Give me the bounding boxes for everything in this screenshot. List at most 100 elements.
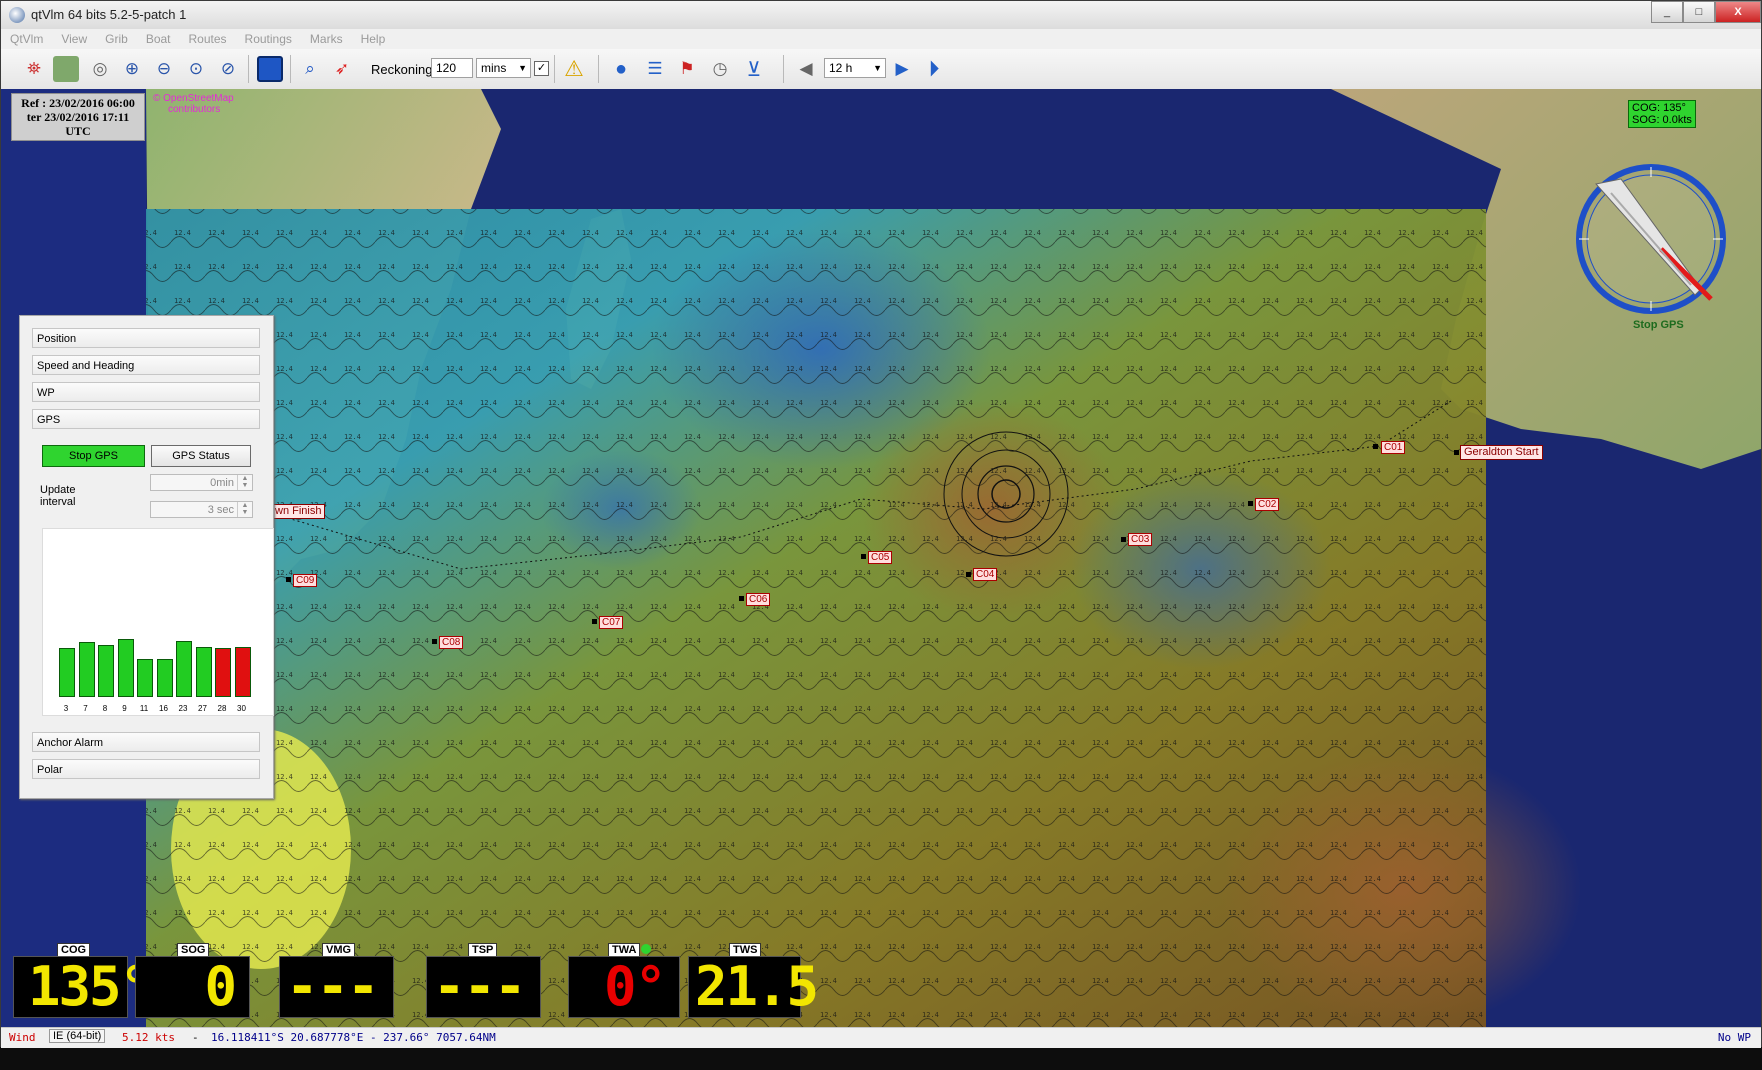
menu-grib[interactable]: Grib xyxy=(96,29,137,49)
satellite-signal-bar xyxy=(59,648,75,697)
twa-gauge-value: 0° xyxy=(603,955,667,1018)
next-step-icon[interactable]: ▶ xyxy=(889,56,915,82)
section-wp[interactable]: WP xyxy=(32,382,260,402)
toolbar-separator xyxy=(783,55,784,83)
waypoint-label-c08[interactable]: C08 xyxy=(439,636,464,649)
cog-gauge-value: 135° xyxy=(28,955,152,1018)
menu-help[interactable]: Help xyxy=(352,29,395,49)
satellite-signal-bar xyxy=(137,659,153,697)
waypoint-marker[interactable] xyxy=(432,639,437,644)
waypoint-marker[interactable] xyxy=(1121,537,1126,542)
zoom-in-icon[interactable]: ⊕ xyxy=(119,56,145,82)
menu-boat[interactable]: Boat xyxy=(137,29,180,49)
vmg-gauge-value: ---- xyxy=(286,955,380,1066)
menu-routings[interactable]: Routings xyxy=(236,29,301,49)
warning-icon[interactable]: ⚠ xyxy=(561,56,587,82)
time-step-select[interactable]: 12 h ▼ xyxy=(824,58,886,78)
timezone: UTC xyxy=(65,124,91,138)
section-gps[interactable]: GPS xyxy=(32,409,260,429)
satellite-prn-label: 7 xyxy=(83,704,88,713)
menu-marks[interactable]: Marks xyxy=(301,29,352,49)
menu-qtvlm[interactable]: QtVlm xyxy=(1,29,52,49)
toolbar-separator xyxy=(248,55,249,83)
waypoint-label-c07[interactable]: C07 xyxy=(599,616,624,629)
previous-step-icon[interactable]: ◀ xyxy=(793,56,819,82)
wind-label: Wind xyxy=(9,1031,36,1044)
start-marker[interactable] xyxy=(1454,450,1459,455)
zoom-reset-icon[interactable]: ⊘ xyxy=(215,56,241,82)
compass-needle-icon[interactable]: ➶ xyxy=(329,56,355,82)
section-position[interactable]: Position xyxy=(32,328,260,348)
tsp-gauge: ---- xyxy=(426,955,541,1066)
satellite-prn-label: 8 xyxy=(102,704,108,713)
compass-rose xyxy=(1576,164,1726,314)
waypoint-label-c04[interactable]: C04 xyxy=(973,568,998,581)
close-button[interactable]: X xyxy=(1715,1,1761,23)
interval-minutes-spinbox[interactable]: 0min ▲ ▼ xyxy=(150,474,253,491)
search-icon[interactable]: ⌕ xyxy=(297,56,323,82)
minimize-button[interactable]: _ xyxy=(1651,1,1683,23)
waypoint-label-c05[interactable]: C05 xyxy=(868,551,893,564)
zoom-fit-icon[interactable]: ⊙ xyxy=(183,56,209,82)
compass-stop-gps-label[interactable]: Stop GPS xyxy=(1633,319,1684,331)
ref-date: Ref : 23/02/2016 06:00 xyxy=(21,96,135,110)
waypoint-marker[interactable] xyxy=(1373,444,1378,449)
gps-status-button[interactable]: GPS Status xyxy=(151,445,251,467)
waypoint-marker[interactable] xyxy=(739,596,744,601)
spin-arrows-icon[interactable]: ▲ ▼ xyxy=(237,475,252,490)
waypoint-marker[interactable] xyxy=(1248,501,1253,506)
compass-icon[interactable]: ◎ xyxy=(87,56,113,82)
chevron-down-icon: ▼ xyxy=(873,63,882,73)
play-icon[interactable]: ⏵ xyxy=(921,56,947,82)
satellite-signal-bar xyxy=(215,648,231,697)
waypoint-label-c01[interactable]: C01 xyxy=(1381,441,1406,454)
zoom-out-icon[interactable]: ⊖ xyxy=(151,56,177,82)
sog-gauge: 0 xyxy=(135,956,250,1018)
waypoint-marker[interactable] xyxy=(592,619,597,624)
tsp-gauge-value: ---- xyxy=(433,955,527,1066)
waypoint-marker[interactable] xyxy=(861,554,866,559)
section-anchor-alarm[interactable]: Anchor Alarm xyxy=(32,732,260,752)
waypoint-marker[interactable] xyxy=(286,577,291,582)
section-polar[interactable]: Polar xyxy=(32,759,260,779)
map-icon[interactable] xyxy=(53,56,79,82)
flags-icon[interactable]: ⚑ xyxy=(674,56,700,82)
waypoint-label-c02[interactable]: C02 xyxy=(1255,498,1280,511)
reckoning-checkbox[interactable]: ✓ xyxy=(534,61,549,76)
lighthouse-icon[interactable]: ⛯ xyxy=(21,56,47,82)
satellite-signal-bar xyxy=(78,642,95,697)
update-interval-label: Update interval xyxy=(40,484,76,508)
status-bar: Wind IE (64-bit) 5.12 kts - 16.118411°S … xyxy=(1,1027,1761,1048)
waypoint-label-c06[interactable]: C06 xyxy=(746,593,771,606)
geraldton-start-label[interactable]: Geraldton Start xyxy=(1460,445,1543,460)
waypoint-marker[interactable] xyxy=(966,572,971,577)
clock-icon[interactable]: ◷ xyxy=(707,56,733,82)
tws-gauge-value: 21.5 xyxy=(695,955,819,1018)
reckoning-spinbox[interactable]: 120 xyxy=(431,58,473,78)
stop-gps-button[interactable]: Stop GPS xyxy=(42,445,145,467)
satellite-prn-label: 3 xyxy=(63,704,69,713)
chevron-down-icon: ▼ xyxy=(518,63,527,73)
menu-view[interactable]: View xyxy=(52,29,96,49)
menu-routes[interactable]: Routes xyxy=(180,29,236,49)
finish-label[interactable]: wn Finish xyxy=(271,504,326,519)
spin-arrows-icon[interactable]: ▲ ▼ xyxy=(237,502,252,517)
osm-attribution[interactable]: © OpenStreetMap contributors xyxy=(153,93,234,115)
status-separator: - xyxy=(192,1031,199,1044)
globe-icon[interactable]: ● xyxy=(608,56,634,82)
layers-icon[interactable]: ☰ xyxy=(642,56,668,82)
section-speed-heading[interactable]: Speed and Heading xyxy=(32,355,260,375)
wind-speed: 5.12 kts xyxy=(122,1031,175,1044)
interval-seconds-spinbox[interactable]: 3 sec ▲ ▼ xyxy=(150,501,253,518)
maximize-button[interactable]: □ xyxy=(1683,1,1715,23)
download-icon[interactable]: ⊻ xyxy=(741,56,767,82)
satellite-prn-label: 9 xyxy=(122,704,127,713)
satellite-prn-label: 23 xyxy=(178,704,188,713)
waypoint-label-c09[interactable]: C09 xyxy=(293,574,318,587)
reckoning-unit-select[interactable]: mins ▼ xyxy=(476,58,531,78)
twa-status-dot-icon xyxy=(641,944,651,954)
color-box-icon[interactable] xyxy=(257,56,283,82)
reckoning-label: Reckoning xyxy=(371,62,433,77)
waypoint-label-c03[interactable]: C03 xyxy=(1128,533,1153,546)
title-bar[interactable]: qtVlm 64 bits 5.2-5-patch 1 _ □ X xyxy=(1,1,1761,30)
